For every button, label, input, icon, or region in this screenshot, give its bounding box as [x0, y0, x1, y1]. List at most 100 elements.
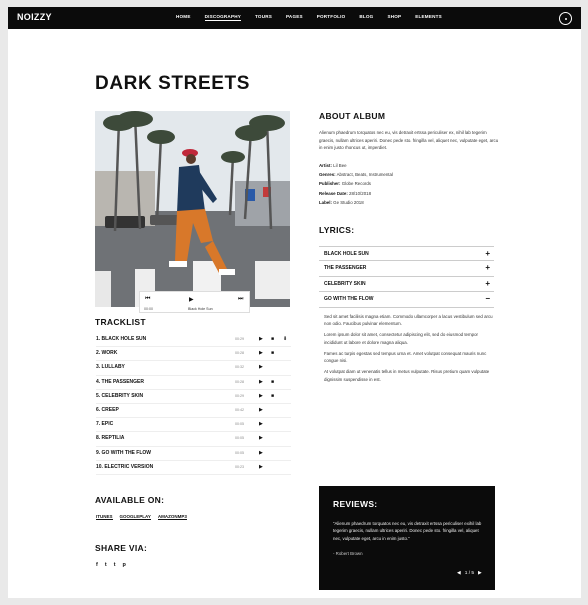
video-icon[interactable]: ■ — [271, 350, 274, 356]
lyrics-item[interactable]: THE PASSENGER + — [319, 261, 494, 277]
track-name[interactable]: 3. LULLABY — [96, 364, 125, 370]
previous-track-button[interactable]: ⏮ — [145, 296, 150, 303]
lyrics-heading: LYRICS: — [319, 225, 355, 235]
meta-row: Genres: Abstract, Beats, Instrumental — [319, 170, 501, 179]
track-row[interactable]: 3. LULLABY 00:32 ▶ — [96, 361, 291, 376]
meta-label: Genres: — [319, 172, 336, 178]
nav-item-elements[interactable]: ELEMENTS — [415, 14, 442, 21]
track-name[interactable]: 4. THE PASSENGER — [96, 379, 144, 385]
review-page-indicator: 1 / 5 — [464, 571, 475, 576]
pinterest-icon[interactable]: p — [123, 562, 126, 568]
track-name[interactable]: 2. WORK — [96, 350, 117, 356]
play-icon[interactable]: ▶ — [259, 407, 263, 413]
tracklist-heading: TRACKLIST — [95, 317, 146, 327]
plus-icon[interactable]: + — [485, 249, 490, 258]
meta-row: Publisher: Globe Records — [319, 179, 501, 188]
play-icon[interactable]: ▶ — [259, 393, 263, 399]
track-duration: 00:32 — [235, 365, 244, 370]
play-icon[interactable]: ▶ — [259, 364, 263, 370]
nav-item-portfolio[interactable]: PORTFOLIO — [317, 14, 346, 21]
meta-row: Label: Ge Studio 2018 — [319, 198, 501, 207]
nav-item-tours[interactable]: TOURS — [255, 14, 272, 21]
play-icon[interactable]: ▶ — [259, 336, 263, 342]
meta-row: Artist: Lil Bee — [319, 161, 501, 170]
twitter-icon[interactable]: t — [105, 562, 107, 568]
logo[interactable]: NOIZZY — [17, 12, 52, 22]
nav-item-home[interactable]: HOME — [176, 14, 191, 21]
track-row[interactable]: 2. WORK 00:28 ▶ ■ — [96, 347, 291, 362]
lyrics-item-label: BLACK HOLE SUN — [324, 251, 369, 257]
meta-label: Release Date: — [319, 190, 348, 196]
play-icon[interactable]: ▶ — [259, 350, 263, 356]
nav-item-pages[interactable]: PAGES — [286, 14, 303, 21]
review-author: - Robert Brown — [333, 551, 363, 556]
play-icon[interactable]: ▶ — [259, 435, 263, 441]
track-name[interactable]: 10. ELECTRIC VERSION — [96, 464, 153, 470]
track-name[interactable]: 5. CELEBRITY SKIN — [96, 393, 143, 399]
video-icon[interactable]: ■ — [271, 379, 274, 385]
track-name[interactable]: 6. CREEP — [96, 407, 119, 413]
store-link-amazonmp3[interactable]: AMAZONMP3 — [157, 514, 187, 520]
track-name[interactable]: 9. GO WITH THE FLOW — [96, 450, 151, 456]
album-cover-image — [95, 111, 290, 307]
meta-value: Globe Records — [341, 181, 371, 187]
download-icon[interactable]: ⬇ — [283, 336, 287, 342]
store-link-itunes[interactable]: ITUNES — [96, 514, 113, 520]
track-duration: 00:29 — [235, 393, 244, 398]
meta-value: Lil Bee — [333, 163, 347, 168]
video-icon[interactable]: ■ — [271, 336, 274, 342]
nav-item-blog[interactable]: BLOG — [359, 14, 373, 21]
track-duration: 00:05 — [235, 450, 244, 455]
menu-dot-button[interactable] — [559, 12, 572, 25]
next-track-button[interactable]: ⏭ — [238, 296, 243, 303]
track-name[interactable]: 1. BLACK HOLE SUN — [96, 336, 146, 342]
top-nav-bar: NOIZZY HOME DISCOGRAPHY TOURS PAGES PORTFOLI… — [8, 7, 581, 29]
chevron-right-icon[interactable]: ▶ — [478, 571, 482, 576]
minus-icon[interactable]: − — [485, 294, 490, 303]
track-row[interactable]: 1. BLACK HOLE SUN 00:29 ▶ ■ ⬇ — [96, 333, 291, 348]
lyrics-item-label: GO WITH THE FLOW — [324, 296, 374, 303]
track-row[interactable]: 7. EPIC 00:05 ▶ — [96, 418, 291, 433]
meta-label: Publisher: — [319, 181, 341, 187]
lyrics-stanza: Sed sit amet facilisis magna etiam. Comm… — [324, 314, 493, 327]
player-time: 00:00 — [144, 307, 153, 311]
track-row[interactable]: 8. REPTILIA 00:05 ▶ — [96, 432, 291, 447]
track-row[interactable]: 5. CELEBRITY SKIN 00:29 ▶ ■ — [96, 390, 291, 404]
dot-icon — [564, 17, 567, 20]
play-icon[interactable]: ▶ — [259, 379, 263, 385]
lyrics-item[interactable]: CELEBRITY SKIN + — [319, 277, 494, 293]
track-duration: 00:28 — [235, 379, 244, 384]
play-icon[interactable]: ▶ — [259, 421, 263, 427]
track-name[interactable]: 7. EPIC — [96, 421, 113, 427]
nav-item-discography[interactable]: DISCOGRAPHY — [204, 14, 241, 21]
facebook-icon[interactable]: f — [96, 562, 98, 568]
plus-icon[interactable]: + — [485, 263, 490, 272]
chevron-left-icon[interactable]: ◀ — [457, 571, 461, 576]
lyrics-stanza: Lorem ipsum dolor sit amet, consectetur … — [324, 332, 478, 345]
meta-value: 28/10/2018 — [349, 190, 372, 196]
track-row[interactable]: 9. GO WITH THE FLOW 00:05 ▶ — [96, 447, 291, 461]
lyrics-accordion: BLACK HOLE SUN + THE PASSENGER + CELEBRITY S… — [319, 246, 494, 308]
meta-value: Abstract, Beats, Instrumental — [336, 172, 393, 178]
play-button[interactable]: ▶ — [189, 296, 194, 303]
track-row[interactable]: 4. THE PASSENGER 00:28 ▶ ■ — [96, 376, 291, 390]
lyrics-stanza: At volutpat diam ut venenatis tellus in … — [324, 369, 490, 382]
track-name[interactable]: 8. REPTILIA — [96, 435, 124, 441]
track-row[interactable]: 10. ELECTRIC VERSION 00:23 ▶ — [96, 461, 291, 475]
play-icon[interactable]: ▶ — [259, 464, 263, 470]
nav-item-shop[interactable]: SHOP — [387, 14, 401, 21]
lyrics-item[interactable]: BLACK HOLE SUN + — [319, 246, 494, 262]
track-row[interactable]: 6. CREEP 00:42 ▶ — [96, 404, 291, 419]
store-link-googleplay[interactable]: GOOGLEPLAY — [119, 514, 151, 520]
about-album-heading: ABOUT ALBUM — [319, 111, 386, 121]
review-quote: “Alienum phaedrum torquatos nec eu, vis … — [333, 521, 482, 541]
video-icon[interactable]: ■ — [271, 393, 274, 399]
plus-icon[interactable]: + — [485, 279, 490, 288]
track-duration: 00:05 — [235, 436, 244, 441]
reviews-heading: REVIEWS: — [333, 499, 378, 509]
tumblr-icon[interactable]: t — [114, 562, 116, 568]
lyrics-text: Sed sit amet facilisis magna etiam. Comm… — [324, 313, 494, 387]
meta-label: Artist: — [319, 163, 332, 168]
play-icon[interactable]: ▶ — [259, 450, 263, 456]
lyrics-item[interactable]: GO WITH THE FLOW − — [319, 292, 494, 308]
